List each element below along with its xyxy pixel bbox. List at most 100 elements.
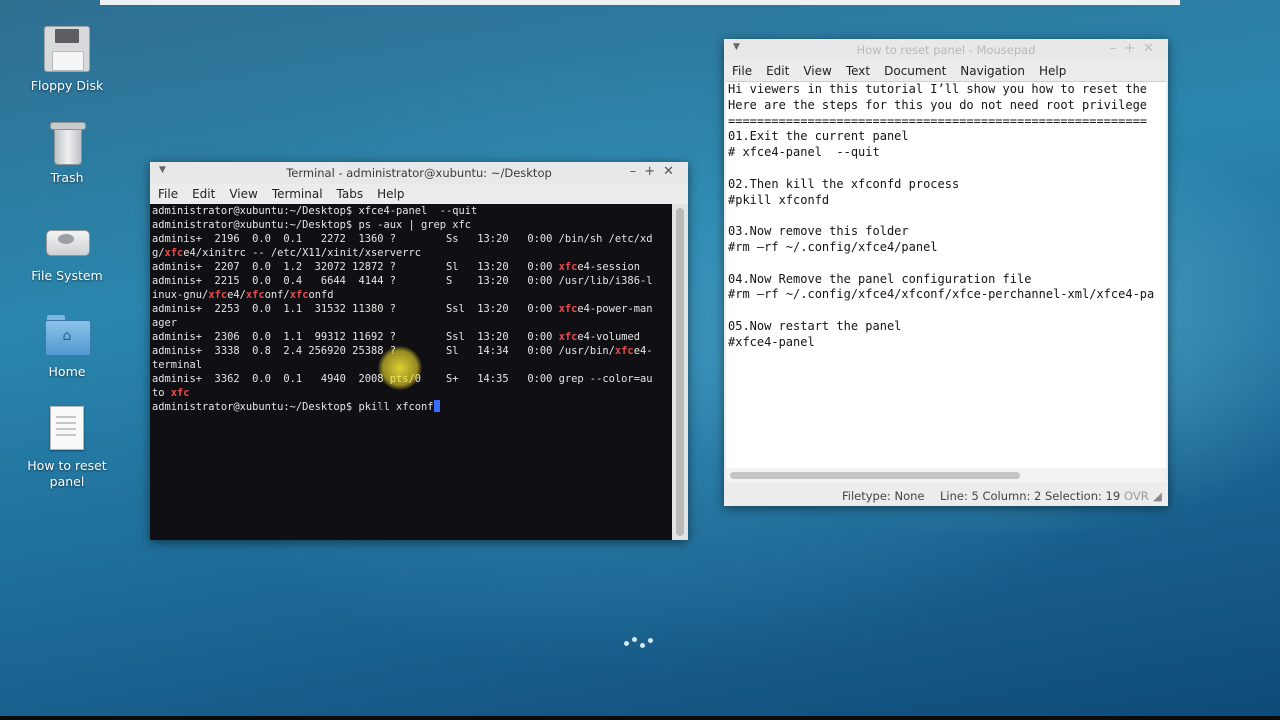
editor-line: 03.Now remove this folder [728, 224, 909, 239]
desktop-icon-trash[interactable]: Trash [18, 120, 116, 186]
terminal-text: adminis+ 2306 0.0 1.1 99312 11692 ? Ssl … [152, 331, 559, 343]
menu-document[interactable]: Document [876, 61, 952, 78]
desktop-icon-floppy-disk[interactable]: Floppy Disk [18, 26, 116, 94]
grep-match: xfc [558, 331, 578, 343]
menu-navigation[interactable]: Navigation [952, 61, 1031, 78]
terminal-line: administrator@xubuntu:~/Desktop$ ps -aux… [150, 218, 672, 232]
menu-help[interactable]: Help [369, 184, 410, 201]
menu-text[interactable]: Text [838, 61, 876, 78]
terminal-line: ager [150, 316, 672, 330]
terminal-text: inux-gnu/ [152, 289, 209, 301]
terminal-text: adminis+ 2196 0.0 0.1 2272 1360 ? Ss 13:… [152, 233, 653, 245]
terminal-window[interactable]: ▼ Terminal - administrator@xubuntu: ~/De… [150, 162, 688, 540]
window-controls[interactable]: –+✕ [1110, 41, 1162, 56]
desktop-icon-file-system[interactable]: File System [18, 216, 116, 284]
terminal-text: to [152, 387, 171, 399]
terminal-text: e4-power-man [577, 303, 653, 315]
grep-match: xfc [164, 247, 184, 259]
text-editor-area[interactable]: Hi viewers in this tutorial I’ll show yo… [726, 81, 1166, 469]
terminal-text: e4-volumed [577, 331, 640, 343]
mousepad-titlebar[interactable]: ▼ How to reset panel - Mousepad –+✕ [724, 39, 1168, 61]
filetype-status[interactable]: Filetype: None [842, 489, 924, 503]
grep-match: xfc [170, 387, 190, 399]
menu-view[interactable]: View [795, 61, 837, 78]
editor-line: #pkill xfconfd [728, 192, 830, 207]
text-cursor-icon: I [379, 400, 383, 415]
desktop-icon-label: Trash [50, 170, 84, 185]
terminal-text: onf/ [264, 289, 290, 301]
desktop-icon-label: How to reset panel [27, 458, 107, 489]
terminal-text: administrator@xubuntu:~/Desktop$ xfce4-p… [152, 205, 478, 217]
menu-file[interactable]: File [724, 61, 758, 78]
terminal-line: inux-gnu/xfce4/xfconf/xfconfd [150, 288, 672, 302]
terminal-line: administrator@xubuntu:~/Desktop$ xfce4-p… [150, 204, 672, 218]
desktop-icon-label: File System [31, 268, 103, 283]
terminal-text: e4/xinitrc -- /etc/X11/xinit/xserverrc [183, 247, 422, 259]
window-controls[interactable]: –+✕ [630, 164, 682, 179]
grep-match: xfc [245, 289, 265, 301]
status-bar: Filetype: None Line: 5 Column: 2 Selecti… [724, 485, 1168, 506]
grep-match: xfc [289, 289, 309, 301]
terminal-text: e4/ [227, 289, 246, 301]
menu-tabs[interactable]: Tabs [329, 184, 370, 201]
trash-icon [50, 120, 86, 165]
screen-bottom-edge [0, 716, 1280, 720]
grep-match: xfc [614, 345, 634, 357]
editor-line: Hi viewers in this tutorial I’ll show yo… [728, 82, 1148, 96]
grep-match: xfc [558, 303, 578, 315]
menu-terminal[interactable]: Terminal [264, 184, 329, 201]
terminal-menubar: File Edit View Terminal Tabs Help [150, 184, 688, 205]
top-panel-strip [100, 0, 1180, 5]
terminal-text: e4-session [577, 261, 640, 273]
editor-line: # xfce4-panel --quit [728, 145, 880, 160]
grep-match: xfc [208, 289, 228, 301]
window-title: How to reset panel - Mousepad [856, 43, 1036, 57]
mousepad-menubar: File Edit View Text Document Navigation Help [724, 61, 1168, 82]
editor-line: #rm –rf ~/.config/xfce4/xfconf/xfce-perc… [728, 287, 1155, 302]
terminal-line: adminis+ 2207 0.0 1.2 32072 12872 ? Sl 1… [150, 260, 672, 274]
editor-line: 01.Exit the current panel [728, 129, 909, 144]
terminal-line: adminis+ 2306 0.0 1.1 99312 11692 ? Ssl … [150, 330, 672, 344]
desktop-icon-label: Floppy Disk [30, 78, 104, 93]
grep-match: xfc [558, 261, 578, 273]
terminal-cursor [433, 400, 440, 412]
terminal-scrollbar[interactable] [672, 204, 688, 540]
menu-edit[interactable]: Edit [758, 61, 795, 78]
loading-spinner-icon [624, 636, 658, 650]
floppy-disk-icon [44, 26, 90, 72]
terminal-line: to xfc [150, 386, 672, 400]
terminal-line: adminis+ 2215 0.0 0.4 6644 4144 ? S 13:2… [150, 274, 672, 288]
resize-grip-icon[interactable]: ◢ [1153, 489, 1162, 503]
terminal-titlebar[interactable]: ▼ Terminal - administrator@xubuntu: ~/De… [150, 162, 688, 184]
window-title: Terminal - administrator@xubuntu: ~/Desk… [286, 166, 552, 180]
desktop-icon-home[interactable]: ⌂ Home [18, 312, 116, 380]
menu-file[interactable]: File [150, 184, 184, 201]
terminal-text: e4- [633, 345, 653, 357]
desktop-icon-label: Home [48, 364, 86, 379]
terminal-line: adminis+ 2253 0.0 1.1 31532 11380 ? Ssl … [150, 302, 672, 316]
terminal-line: adminis+ 2196 0.0 0.1 2272 1360 ? Ss 13:… [150, 232, 672, 246]
editor-line: 04.Now Remove the panel configuration fi… [728, 271, 1032, 286]
terminal-text: ager [152, 317, 178, 329]
terminal-text: adminis+ 2207 0.0 1.2 32072 12872 ? Sl 1… [152, 261, 559, 273]
menu-help[interactable]: Help [1031, 61, 1072, 78]
horizontal-scrollbar[interactable] [726, 468, 1166, 482]
home-folder-icon: ⌂ [44, 312, 91, 358]
terminal-text: terminal [152, 359, 203, 371]
terminal-text: adminis+ 2253 0.0 1.1 31532 11380 ? Ssl … [152, 303, 559, 315]
menu-view[interactable]: View [221, 184, 263, 201]
terminal-text: adminis+ 2215 0.0 0.4 6644 4144 ? S 13:2… [152, 275, 653, 287]
desktop-icon-how-to-reset-panel[interactable]: How to reset panel [18, 406, 116, 490]
overwrite-mode-status[interactable]: OVR [1124, 489, 1149, 503]
cursor-position-status: Line: 5 Column: 2 Selection: 19 [940, 489, 1121, 503]
terminal-line: administrator@xubuntu:~/Desktop$ pkill x… [150, 400, 672, 414]
mousepad-window[interactable]: ▼ How to reset panel - Mousepad –+✕ File… [724, 39, 1168, 506]
terminal-text: onfd [308, 289, 334, 301]
menu-edit[interactable]: Edit [184, 184, 221, 201]
terminal-text: administrator@xubuntu:~/Desktop$ ps -aux… [152, 219, 472, 231]
editor-line: #xfce4-panel [728, 334, 815, 349]
